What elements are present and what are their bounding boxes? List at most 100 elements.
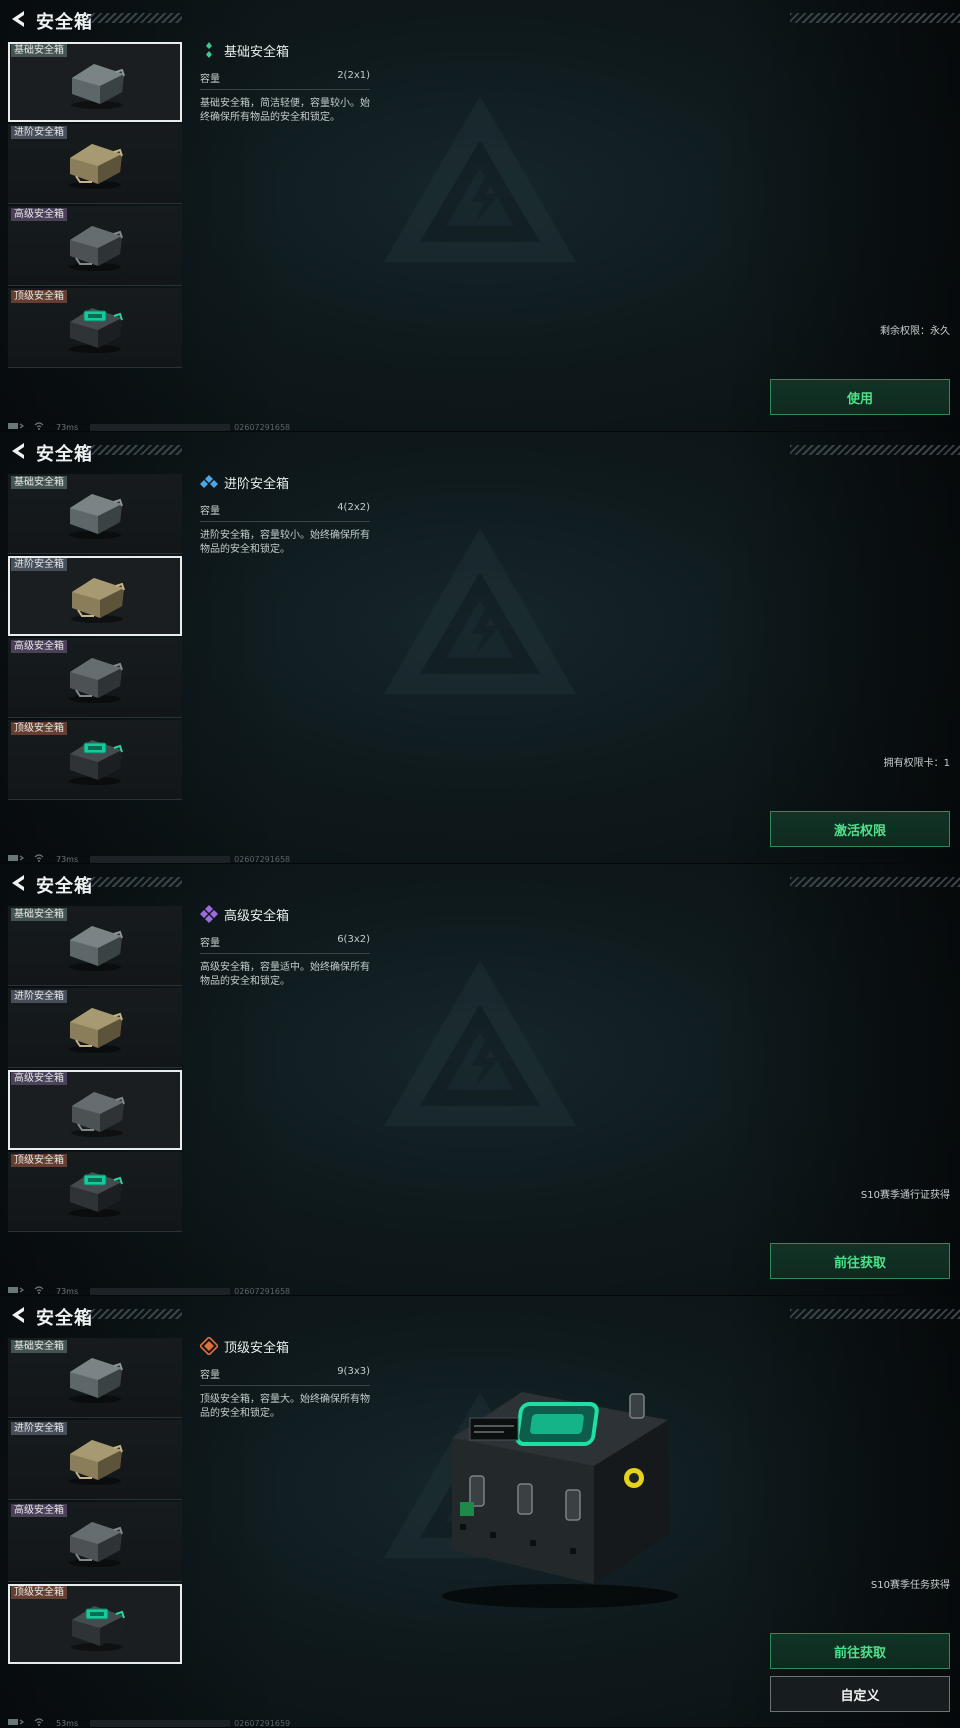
safe-box-list-item[interactable]: 高级安全箱 <box>8 1070 182 1150</box>
battery-icon <box>8 422 28 431</box>
top-bar: 安全箱 <box>0 1296 960 1334</box>
safe-box-list-item[interactable]: 基础安全箱 <box>8 474 182 554</box>
rarity-high-icon <box>200 905 218 923</box>
back-arrow-icon[interactable] <box>8 872 30 894</box>
safe-box-tag: 顶级安全箱 <box>11 1586 67 1599</box>
capacity-value: 4(2x2) <box>337 502 370 513</box>
safe-box-tag: 基础安全箱 <box>11 44 67 57</box>
safe-box-list-item[interactable]: 进阶安全箱 <box>8 1420 182 1500</box>
title-hatch-decoration <box>86 1309 182 1319</box>
safe-box-list-item[interactable]: 进阶安全箱 <box>8 556 182 636</box>
primary-action-button[interactable]: 激活权限 <box>770 811 950 847</box>
item-name: 顶级安全箱 <box>224 1340 290 1356</box>
safe-box-tag: 高级安全箱 <box>11 208 67 221</box>
wifi-icon <box>34 1286 44 1295</box>
battery-icon <box>8 1286 28 1295</box>
title-hatch-decoration <box>86 445 182 455</box>
safe-box-thumbnail <box>62 488 128 540</box>
back-arrow-icon[interactable] <box>8 8 30 30</box>
footer-bar <box>90 423 231 431</box>
safe-box-tag: 高级安全箱 <box>11 1072 67 1085</box>
title-hatch-decoration <box>86 13 182 23</box>
rarity-basic-icon <box>200 41 218 59</box>
page-title: 安全箱 <box>36 444 93 465</box>
safe-box-tag: 基础安全箱 <box>11 1340 67 1353</box>
customize-button[interactable]: 自定义 <box>770 1676 950 1712</box>
ping-text: 73ms <box>56 854 79 864</box>
safe-box-thumbnail <box>62 1166 128 1218</box>
safe-box-thumbnail <box>64 1600 130 1652</box>
item-description: 进阶安全箱，容量较小。始终确保所有物品的安全和锁定。 <box>200 530 370 555</box>
header-hatch-decoration <box>790 445 960 455</box>
page-title: 安全箱 <box>36 1308 93 1329</box>
safe-box-tag: 进阶安全箱 <box>11 1422 67 1435</box>
safe-box-panel: 安全箱 基础安全箱 进阶安全箱 高级安全箱 顶级安全箱 顶级安全箱 容量 9(3x3) 顶级安全… <box>0 1296 960 1728</box>
safe-box-tag: 顶级安全箱 <box>11 1154 67 1167</box>
triangle-logo-watermark <box>380 90 580 270</box>
safe-box-list-item[interactable]: 顶级安全箱 <box>8 288 182 368</box>
safe-box-list-item[interactable]: 顶级安全箱 <box>8 720 182 800</box>
item-detail: 进阶安全箱容量 4(2x2) 进阶安全箱，容量较小。始终确保所有物品的安全和锁定。 <box>200 470 370 557</box>
user-id-text: 02607291659 <box>234 1718 291 1728</box>
triangle-logo-watermark <box>380 954 580 1134</box>
safe-box-list: 基础安全箱进阶安全箱 高级安全箱顶级安全箱 <box>8 474 184 802</box>
safe-box-list-item[interactable]: 基础安全箱 <box>8 1338 182 1418</box>
top-bar: 安全箱 <box>0 432 960 470</box>
capacity-row: 容量 6(3x2) <box>200 934 370 954</box>
header-hatch-decoration <box>790 877 960 887</box>
triangle-logo-watermark <box>380 522 580 702</box>
safe-box-thumbnail <box>62 920 128 972</box>
safe-box-tag: 基础安全箱 <box>11 908 67 921</box>
safe-box-tag: 高级安全箱 <box>11 1504 67 1517</box>
page-title: 安全箱 <box>36 12 93 33</box>
acquisition-status-text: S10赛季通行证获得 <box>860 1190 950 1201</box>
status-footer: 53ms 02607291659 <box>8 1717 291 1728</box>
safe-box-thumbnail <box>62 220 128 272</box>
safe-box-tag: 顶级安全箱 <box>11 722 67 735</box>
capacity-label: 容量 <box>200 938 220 949</box>
user-id-text: 02607291658 <box>234 854 291 864</box>
capacity-row: 容量 9(3x3) <box>200 1366 370 1386</box>
safe-box-thumbnail <box>62 302 128 354</box>
safe-box-thumbnail <box>62 652 128 704</box>
capacity-value: 9(3x3) <box>337 1366 370 1377</box>
safe-box-list-item[interactable]: 进阶安全箱 <box>8 124 182 204</box>
safe-box-thumbnail <box>62 1516 128 1568</box>
item-name: 进阶安全箱 <box>224 476 290 492</box>
rarity-top-icon <box>198 1335 220 1357</box>
safe-box-panel: 安全箱 基础安全箱 进阶安全箱 高级安全箱 顶级安全箱 高级安全箱 容量 6(3x2) 高级安全… <box>0 864 960 1296</box>
safe-box-panel: 安全箱 基础安全箱 进阶安全箱 高级安全箱 顶级安全箱 基础安全箱 容量 2(2x1) 基础安全… <box>0 0 960 432</box>
safe-box-list-item[interactable]: 进阶安全箱 <box>8 988 182 1068</box>
safe-box-thumbnail <box>64 1086 130 1138</box>
safe-box-tag: 顶级安全箱 <box>11 290 67 303</box>
safe-box-list-item[interactable]: 高级安全箱 <box>8 1502 182 1582</box>
safe-box-thumbnail <box>62 734 128 786</box>
acquisition-status-text: S10赛季任务获得 <box>870 1580 950 1591</box>
top-bar: 安全箱 <box>0 864 960 902</box>
safe-box-tag: 基础安全箱 <box>11 476 67 489</box>
status-footer: 73ms 02607291658 <box>8 853 291 864</box>
capacity-row: 容量 4(2x2) <box>200 502 370 522</box>
capacity-row: 容量 2(2x1) <box>200 70 370 90</box>
primary-action-button[interactable]: 前往获取 <box>770 1243 950 1279</box>
ping-text: 53ms <box>56 1718 79 1728</box>
back-arrow-icon[interactable] <box>8 440 30 462</box>
footer-bar <box>90 1287 231 1295</box>
safe-box-list-item[interactable]: 顶级安全箱 <box>8 1152 182 1232</box>
safe-box-list-item[interactable]: 高级安全箱 <box>8 206 182 286</box>
primary-action-button[interactable]: 前往获取 <box>770 1633 950 1669</box>
page-title: 安全箱 <box>36 876 93 897</box>
item-detail: 顶级安全箱 容量 9(3x3) 顶级安全箱，容量大。始终确保所有物品的安全和锁定。 <box>198 1334 370 1421</box>
primary-action-button[interactable]: 使用 <box>770 379 950 415</box>
back-arrow-icon[interactable] <box>8 1304 30 1326</box>
item-detail: 基础安全箱 容量 2(2x1) 基础安全箱，简洁轻便，容量较小。始终确保所有物品的安全… <box>200 38 370 125</box>
capacity-label: 容量 <box>200 74 220 85</box>
item-name: 基础安全箱 <box>224 44 290 60</box>
item-description: 高级安全箱，容量适中。始终确保所有物品的安全和锁定。 <box>200 962 370 987</box>
safe-box-list-item[interactable]: 顶级安全箱 <box>8 1584 182 1664</box>
safe-box-list-item[interactable]: 高级安全箱 <box>8 638 182 718</box>
safe-box-list-item[interactable]: 基础安全箱 <box>8 42 182 122</box>
safe-box-list-item[interactable]: 基础安全箱 <box>8 906 182 986</box>
item-name: 高级安全箱 <box>224 908 290 924</box>
safe-box-thumbnail <box>62 1434 128 1486</box>
